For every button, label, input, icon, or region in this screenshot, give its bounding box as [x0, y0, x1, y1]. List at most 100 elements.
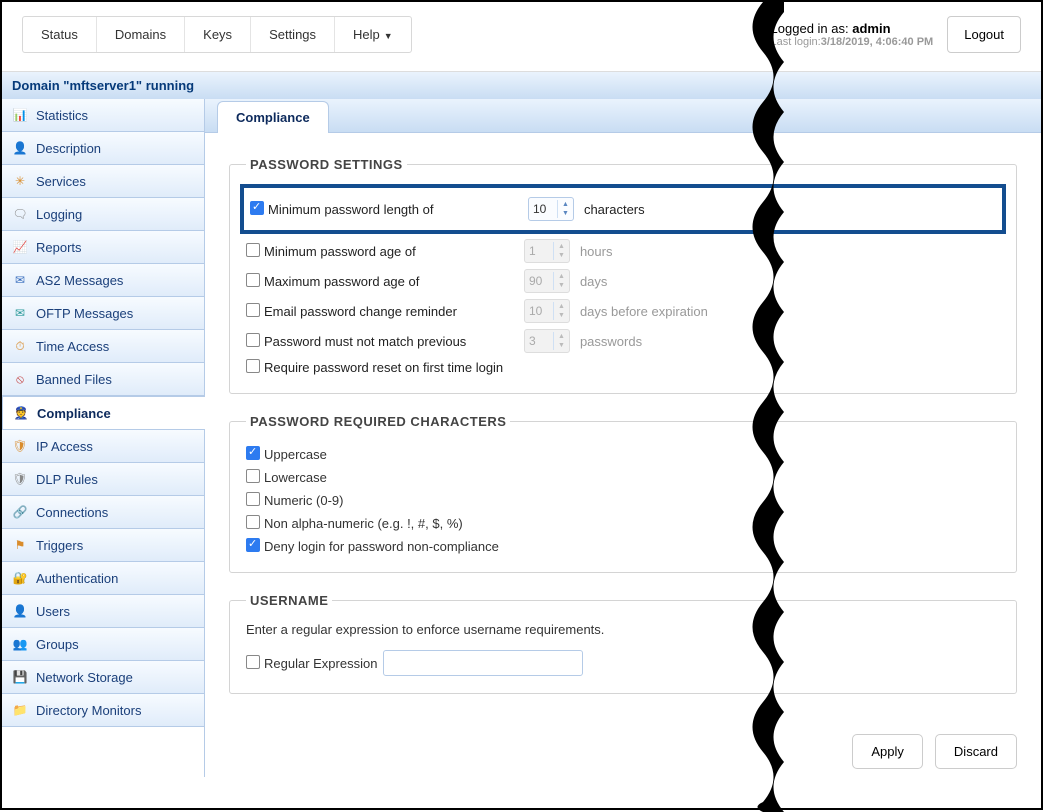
sidebar-item-label: Network Storage — [36, 670, 133, 685]
connections-icon: 🔗 — [12, 504, 28, 520]
sidebar-item-as2-messages[interactable]: ✉ AS2 Messages — [2, 264, 204, 297]
pw-setting-suffix: characters — [584, 202, 645, 217]
pw-setting-checkbox[interactable] — [246, 333, 260, 347]
username-hint: Enter a regular expression to enforce us… — [246, 622, 1000, 637]
pw-setting-label: Email password change reminder — [264, 304, 524, 319]
login-user: admin — [852, 21, 890, 36]
pw-setting-row: Maximum password age of▲▼days — [246, 266, 1000, 296]
topnav-domains[interactable]: Domains — [97, 17, 185, 52]
stepper-up-icon: ▲ — [554, 332, 569, 341]
sidebar-item-users[interactable]: 👤 Users — [2, 595, 204, 628]
pw-required-checkbox[interactable] — [246, 538, 260, 552]
banned-files-icon: ⦸ — [12, 371, 28, 387]
pw-setting-checkbox[interactable] — [246, 243, 260, 257]
sidebar-item-network-storage[interactable]: 💾 Network Storage — [2, 661, 204, 694]
pw-setting-checkbox[interactable] — [246, 273, 260, 287]
pw-setting-row: Require password reset on first time log… — [246, 356, 1000, 379]
tab-compliance[interactable]: Compliance — [217, 101, 329, 133]
chevron-down-icon: ▼ — [384, 31, 393, 41]
sidebar-item-directory-monitors[interactable]: 📁Directory Monitors — [2, 694, 204, 727]
pw-setting-stepper[interactable]: ▲▼ — [528, 197, 574, 221]
pw-setting-checkbox[interactable] — [246, 303, 260, 317]
sidebar-item-ip-access[interactable]: 🛡IP Access — [2, 430, 204, 463]
network-storage-icon: 💾 — [12, 669, 28, 685]
sidebar-item-label: Services — [36, 174, 86, 189]
stepper-down-icon[interactable]: ▼ — [558, 209, 573, 218]
pw-required-row: Lowercase — [246, 466, 1000, 489]
pw-required-checkbox[interactable] — [246, 446, 260, 460]
sidebar-item-label: AS2 Messages — [36, 273, 123, 288]
regex-checkbox[interactable] — [246, 655, 260, 669]
logout-button[interactable]: Logout — [947, 16, 1021, 53]
authentication-icon: 🔐 — [12, 570, 28, 586]
password-settings-legend: PASSWORD SETTINGS — [246, 157, 407, 172]
pw-setting-suffix: days — [580, 274, 607, 289]
regex-input[interactable] — [383, 650, 583, 676]
pw-required-checkbox[interactable] — [246, 469, 260, 483]
pw-setting-suffix: days before expiration — [580, 304, 708, 319]
login-prefix: Logged in as: — [771, 21, 853, 36]
sidebar-item-time-access[interactable]: ⏱Time Access — [2, 330, 204, 363]
sidebar-item-label: Description — [36, 141, 101, 156]
groups-icon: 👥 — [12, 636, 28, 652]
button-row: Apply Discard — [205, 726, 1041, 777]
pw-setting-value[interactable] — [529, 200, 557, 218]
sidebar-item-oftp-messages[interactable]: ✉OFTP Messages — [2, 297, 204, 330]
pw-required-label: Numeric (0-9) — [264, 493, 343, 508]
stepper-up-icon: ▲ — [554, 302, 569, 311]
pw-required-label: Uppercase — [264, 447, 327, 462]
top-nav: StatusDomainsKeysSettingsHelp▼ — [22, 16, 412, 53]
pw-required-row: Uppercase — [246, 443, 1000, 466]
topnav-settings[interactable]: Settings — [251, 17, 335, 52]
last-login-value: 3/18/2019, 4:06:40 PM — [821, 36, 934, 48]
users-icon: 👤 — [12, 603, 28, 619]
sidebar-item-dlp-rules[interactable]: 🛡DLP Rules — [2, 463, 204, 496]
sidebar: 📊Statistics👤Description✳Services🗨Logging… — [2, 99, 205, 777]
directory-monitors-icon: 📁 — [12, 702, 28, 718]
sidebar-item-triggers[interactable]: ⚑Triggers — [2, 529, 204, 562]
topnav-keys[interactable]: Keys — [185, 17, 251, 52]
sidebar-item-compliance[interactable]: 👮Compliance — [2, 396, 205, 430]
reports-icon: 📈 — [12, 239, 28, 255]
pw-setting-value — [525, 242, 553, 260]
sidebar-item-authentication[interactable]: 🔐 Authentication — [2, 562, 204, 595]
tab-bar: Compliance — [205, 99, 1041, 133]
regex-row: Regular Expression — [246, 647, 1000, 679]
stepper-down-icon: ▼ — [554, 311, 569, 320]
logging-icon: 🗨 — [12, 206, 28, 222]
topnav-status[interactable]: Status — [23, 17, 97, 52]
sidebar-item-reports[interactable]: 📈Reports — [2, 231, 204, 264]
pw-setting-value — [525, 272, 553, 290]
sidebar-item-label: Users — [36, 604, 70, 619]
pw-required-checkbox[interactable] — [246, 492, 260, 506]
pw-required-checkbox[interactable] — [246, 515, 260, 529]
pw-setting-value — [525, 302, 553, 320]
pw-setting-stepper: ▲▼ — [524, 329, 570, 353]
stepper-down-icon: ▼ — [554, 251, 569, 260]
sidebar-item-banned-files[interactable]: ⦸Banned Files — [2, 363, 204, 396]
compliance-icon: 👮 — [13, 405, 29, 421]
pw-setting-row: Minimum password age of▲▼hours — [246, 236, 1000, 266]
pw-setting-row: Password must not match previous▲▼passwo… — [246, 326, 1000, 356]
pw-setting-stepper: ▲▼ — [524, 239, 570, 263]
top-bar: StatusDomainsKeysSettingsHelp▼ Logged in… — [2, 2, 1041, 72]
stepper-up-icon[interactable]: ▲ — [558, 200, 573, 209]
pw-setting-row: Email password change reminder ▲▼ days bef… — [246, 296, 1000, 326]
sidebar-item-label: Groups — [36, 637, 79, 652]
discard-button[interactable]: Discard — [935, 734, 1017, 769]
domain-status: Domain "mftserver1" running — [2, 72, 1041, 99]
as2-messages-icon: ✉ — [12, 272, 28, 288]
apply-button[interactable]: Apply — [852, 734, 923, 769]
sidebar-item-statistics[interactable]: 📊Statistics — [2, 99, 204, 132]
sidebar-item-description[interactable]: 👤Description — [2, 132, 204, 165]
sidebar-item-services[interactable]: ✳Services — [2, 165, 204, 198]
sidebar-item-logging[interactable]: 🗨Logging — [2, 198, 204, 231]
pw-setting-checkbox[interactable] — [250, 201, 264, 215]
sidebar-item-label: Authentication — [36, 571, 118, 586]
sidebar-item-connections[interactable]: 🔗Connections — [2, 496, 204, 529]
oftp-messages-icon: ✉ — [12, 305, 28, 321]
pw-setting-checkbox[interactable] — [246, 359, 260, 373]
sidebar-item-groups[interactable]: 👥 Groups — [2, 628, 204, 661]
topnav-help[interactable]: Help▼ — [335, 17, 411, 52]
sidebar-item-label: DLP Rules — [36, 472, 98, 487]
